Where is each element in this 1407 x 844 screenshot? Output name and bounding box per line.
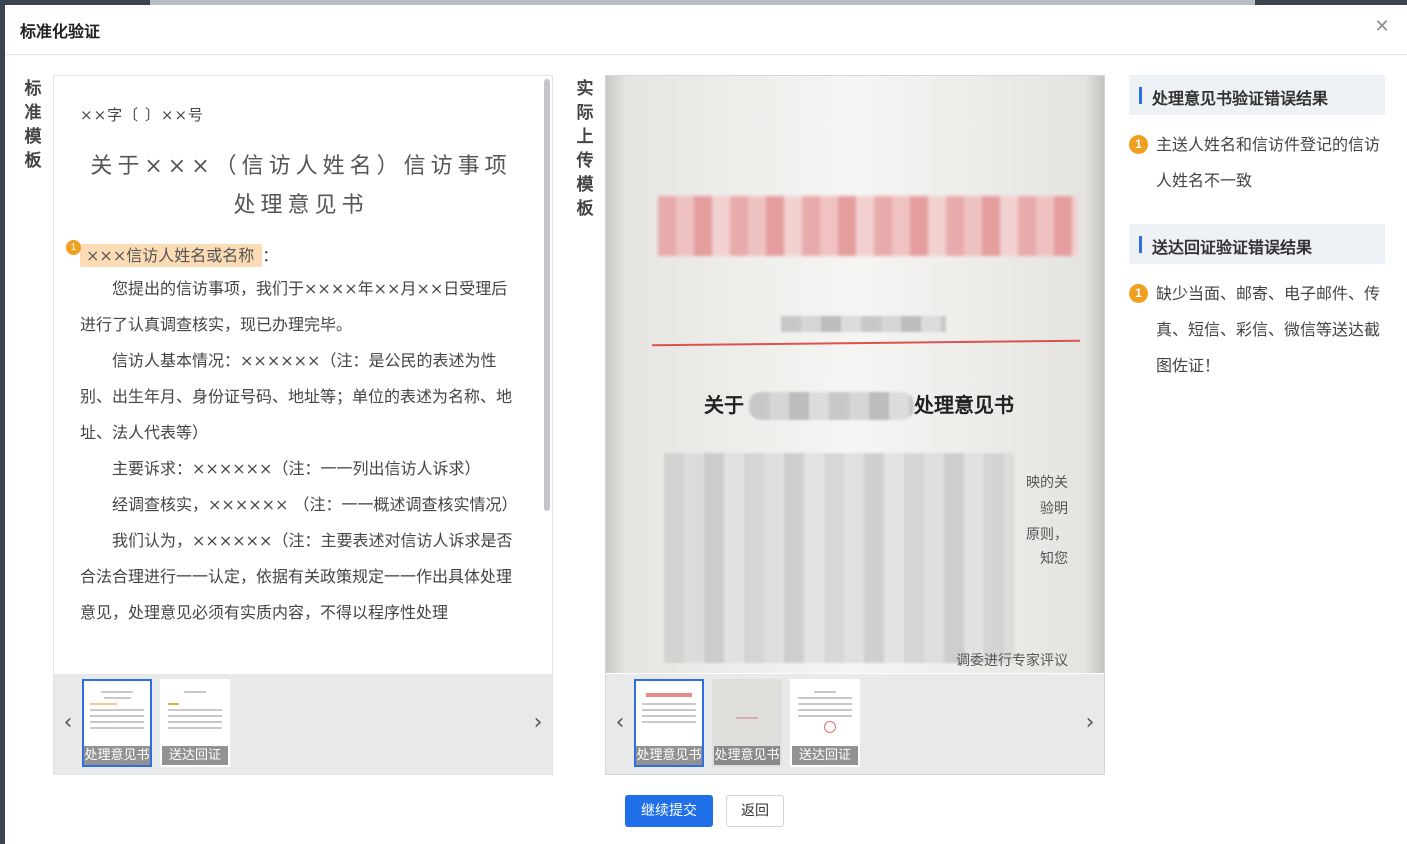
thumbnail-caption: 处理意见书 (84, 746, 150, 765)
dialog-header: 标准化验证 ✕ (5, 5, 1407, 55)
blurred-body-text (664, 453, 1014, 663)
standard-doc-viewer[interactable]: ××字〔 〕××号 关于×××（信访人姓名）信访事项 处理意见书 1 ×××信访人… (54, 76, 552, 673)
result-heading-receipt: 送达回证验证错误结果 (1129, 224, 1385, 264)
result-heading-opinion: 处理意见书验证错误结果 (1129, 75, 1385, 115)
photo-text-fragment: 知您 (1040, 551, 1068, 567)
photo-text-fragment: 映的关 (1026, 475, 1068, 491)
actual-thumbnail-bar: ‹ 处理意见书 处理意见书 送达回证 › (606, 674, 1104, 774)
actual-label-text: 实际上传模板 (576, 79, 594, 219)
photo-title-right: 处理意见书 (914, 393, 1014, 417)
actual-upload-panel: 关于 处理意见书 映的关 验明 原则， 知您 调委进行专家评议 ‹ 处理意见书 (605, 75, 1105, 775)
thumbnail-caption: 送达回证 (162, 746, 228, 765)
thumbnail-standard-opinion[interactable]: 处理意见书 (82, 679, 152, 767)
close-icon[interactable]: ✕ (1372, 17, 1392, 37)
doc-title-line2: 处理意见书 (233, 193, 369, 218)
standard-template-panel: ××字〔 〕××号 关于×××（信访人姓名）信访事项 处理意见书 1 ×××信访人… (53, 75, 553, 775)
thumbnail-preview (798, 687, 852, 733)
result-heading-text: 处理意见书验证错误结果 (1152, 89, 1329, 108)
chevron-left-icon[interactable]: ‹ (58, 710, 78, 736)
standard-label-text: 标准模板 (24, 79, 42, 171)
error-number-badge: 1 (1129, 284, 1148, 303)
photo-text-fragment: 调委进行专家评议 (956, 653, 1068, 669)
dialog-title: 标准化验证 (20, 22, 101, 41)
doc-salutation: 1 ×××信访人姓名或名称 ： (66, 240, 522, 271)
salutation-colon: ： (262, 246, 279, 265)
chevron-left-icon[interactable]: ‹ (610, 710, 630, 736)
error-number-badge: 1 (1129, 135, 1148, 154)
doc-title: 关于×××（信访人姓名）信访事项 处理意见书 (80, 147, 522, 225)
thumbnail-actual-receipt[interactable]: 送达回证 (790, 679, 860, 767)
doc-paragraph: 我们认为，××××××（注：主要表述对信访人诉求是否合法合理进行一一认定，依据有… (80, 531, 513, 622)
chevron-right-icon[interactable]: › (1080, 710, 1100, 736)
thumbnail-preview (168, 687, 222, 733)
heading-accent-bar (1139, 87, 1142, 104)
photo-text-fragment: 原则， (1026, 527, 1068, 543)
doc-scrollbar[interactable] (544, 79, 550, 511)
thumbnail-caption: 送达回证 (792, 746, 858, 765)
result-heading-text: 送达回证验证错误结果 (1152, 238, 1313, 257)
doc-paragraph: 经调查核实，×××××× （注：一一概述调查核实情况） (112, 495, 518, 514)
blurred-doc-number (781, 316, 946, 332)
back-button[interactable]: 返回 (726, 795, 784, 827)
thumbnail-standard-receipt[interactable]: 送达回证 (160, 679, 230, 767)
standard-thumbnail-bar: ‹ 处理意见书 送达回证 › (54, 674, 552, 774)
doc-paragraph: 您提出的信访事项，我们于××××年××月××日受理后进行了认真调查核实，现已办理… (80, 279, 508, 334)
photo-text-fragment: 验明 (1040, 501, 1068, 517)
doc-paragraph: 主要诉求：××××××（注：一一列出信访人诉求） (112, 459, 481, 478)
salutation-name: ×××信访人姓名或名称 (86, 246, 255, 265)
thumbnail-actual-opinion-2[interactable]: 处理意见书 (712, 679, 782, 767)
doc-paragraph: 信访人基本情况：××××××（注：是公民的表述为性别、出生年月、身份证号码、地址… (80, 351, 513, 442)
thumbnail-actual-opinion-1[interactable]: 处理意见书 (634, 679, 704, 767)
thumbnail-preview (642, 687, 696, 727)
result-item-text: 缺少当面、邮寄、电子邮件、传真、短信、彩信、微信等送达截图佐证！ (1156, 284, 1381, 375)
doc-title-line1: 关于×××（信访人姓名）信访事项 (90, 154, 512, 179)
continue-submit-button[interactable]: 继续提交 (625, 795, 713, 827)
error-badge: 1 (66, 240, 81, 255)
highlighted-error-field[interactable]: 1 ×××信访人姓名或名称 (66, 240, 263, 267)
heading-accent-bar (1139, 236, 1142, 253)
result-item: 1 主送人姓名和信访件登记的信访人姓名不一致 (1129, 135, 1389, 199)
result-item-text: 主送人姓名和信访件登记的信访人姓名不一致 (1156, 135, 1381, 190)
thumbnail-caption: 处理意见书 (636, 746, 702, 765)
validation-dialog: 标准化验证 ✕ 标准模板 ××字〔 〕××号 关于×××（信访人姓名）信访事项 … (5, 5, 1407, 844)
photo-title-left: 关于 (704, 393, 744, 417)
doc-number: ××字〔 〕××号 (80, 106, 205, 124)
uploaded-photo[interactable]: 关于 处理意见书 映的关 验明 原则， 知您 调委进行专家评议 (606, 76, 1104, 673)
thumbnail-preview (720, 687, 774, 723)
actual-upload-label: 实际上传模板 (574, 77, 596, 221)
result-item: 1 缺少当面、邮寄、电子邮件、传真、短信、彩信、微信等送达截图佐证！ (1129, 284, 1389, 384)
standard-template-label: 标准模板 (22, 77, 44, 173)
thumbnail-preview (90, 687, 144, 733)
chevron-right-icon[interactable]: › (528, 710, 548, 736)
thumbnail-caption: 处理意见书 (714, 746, 780, 765)
blurred-name (749, 392, 914, 420)
blurred-red-header (658, 196, 1078, 256)
